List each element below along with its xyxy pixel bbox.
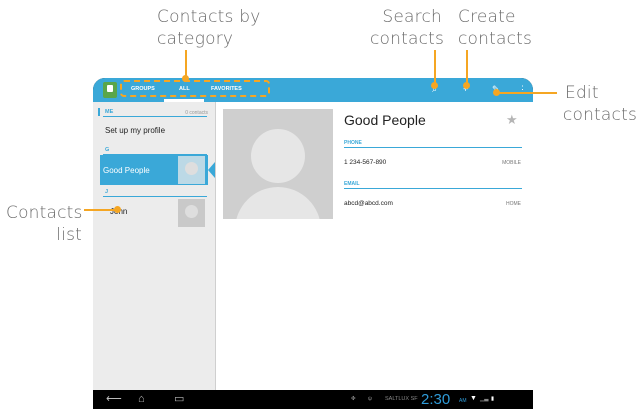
clock-ampm: AM [459,398,467,404]
notification-icon[interactable]: ✤ [351,396,356,402]
contact-photo[interactable] [223,109,333,219]
usb-icon[interactable]: ψ [368,396,372,402]
email-label: EMAIL [344,181,360,187]
callout-text: contacts [562,105,637,125]
callout-edit-contacts: Edit contacts [560,82,637,126]
thumb-head [185,162,198,175]
callout-text: Edit [565,83,599,103]
callout-text: Create [458,7,516,27]
callout-text: list [56,225,82,245]
photo-body [235,187,321,219]
contact-row-john[interactable]: John [100,198,208,228]
home-icon[interactable]: ⌂ [138,392,145,406]
phone-number[interactable]: 1 234-567-890 [344,159,386,166]
callout-create-contacts: Create contacts [458,6,532,50]
callout-line-edit [497,92,557,94]
tablet-screen: GROUPS ALL FAVORITES ⌕ + ✎ ⋮ ME 0 contac… [93,78,533,409]
callout-text: contacts [458,29,533,49]
system-nav-bar: ⟵ ⌂ ▭ ✤ ψ SALTLUX SF 2:30 AM ▼ ▁▃ ▮ [93,390,533,409]
me-section-line [103,116,207,117]
phone-label: PHONE [344,140,362,146]
section-j-label: J [105,189,109,195]
email-section-line [344,188,522,189]
callout-text: Search [382,7,442,27]
contact-thumbnail [178,156,205,184]
setup-profile-link[interactable]: Set up my profile [105,126,165,135]
callout-line-list [84,209,117,211]
section-j-line [103,196,207,197]
email-type: HOME [506,201,521,207]
battery-icon: ▮ [491,396,495,402]
me-indicator [98,108,100,116]
contact-thumbnail [178,199,205,227]
callout-contacts-by-category: Contacts by category [157,6,260,50]
thumb-head [185,205,198,218]
callout-contacts-list: Contacts list [6,202,82,246]
clock-time[interactable]: 2:30 [421,390,450,409]
category-tabs-highlight [120,80,270,97]
callout-text: contacts [370,29,445,49]
contact-name-heading: Good People [344,112,426,128]
carrier-label: SALTLUX SF [385,396,418,402]
contact-name: Good People [103,166,150,175]
callout-line-create [466,50,468,84]
signal-icon: ▁▃ [480,396,489,402]
callout-dot-create [463,82,470,89]
section-g-label: G [105,147,110,153]
callout-text: category [157,29,234,49]
selection-arrow [208,162,215,178]
favorite-star-icon[interactable]: ★ [506,112,518,128]
contacts-sidebar: ME 0 contacts Set up my profile G Good P… [93,102,216,390]
photo-head [251,129,305,183]
callout-dot-category [182,75,189,82]
callout-text: Contacts [6,203,83,223]
recent-apps-icon[interactable]: ▭ [174,392,184,406]
phone-type: MOBILE [502,160,521,166]
email-address[interactable]: abcd@abcd.com [344,200,393,207]
callout-line-search [434,50,436,84]
contacts-app-icon[interactable] [103,82,117,98]
callout-dot-list [114,206,121,213]
wifi-icon: ▼ [470,395,477,402]
callout-dot-edit [493,89,500,96]
callout-text: Contacts by [157,7,261,27]
contact-detail-pane: Good People ★ PHONE 1 234-567-890 MOBILE… [216,102,533,390]
phone-section-line [344,147,522,148]
callout-search-contacts: Search contacts [370,6,445,50]
contact-row-good-people[interactable]: Good People [100,155,208,185]
me-section-label: ME [105,109,114,115]
callout-dot-search [431,82,438,89]
back-icon[interactable]: ⟵ [106,392,122,406]
